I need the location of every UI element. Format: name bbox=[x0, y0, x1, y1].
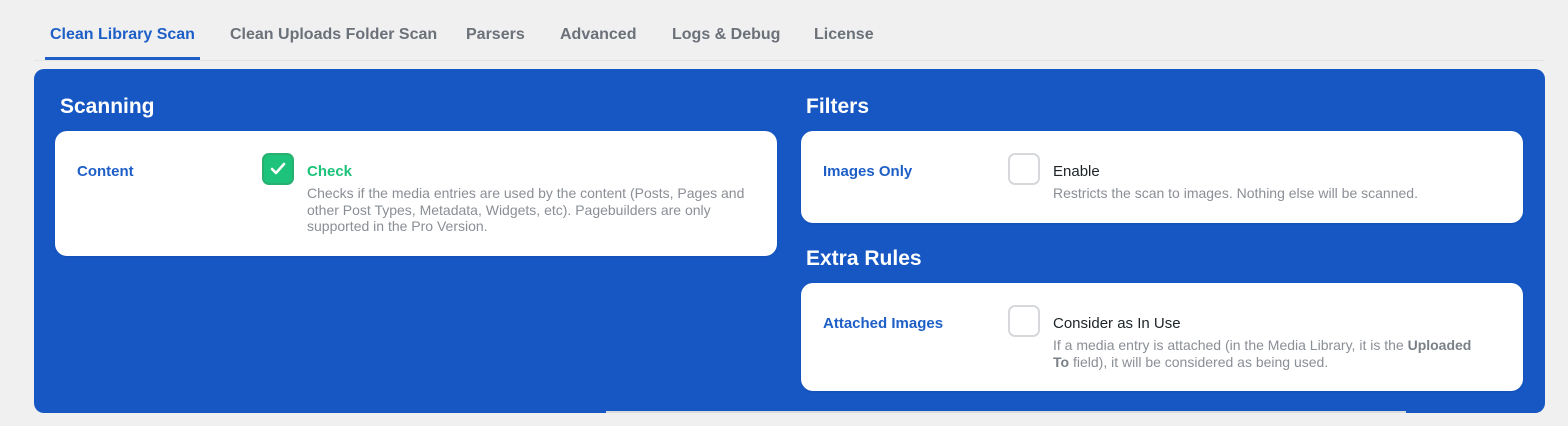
panel-bottom-divider bbox=[606, 411, 1406, 413]
filters-card: Images Only Enable Restricts the scan to… bbox=[801, 131, 1523, 223]
scanning-section-title: Scanning bbox=[60, 95, 155, 118]
content-option-label: Check bbox=[307, 163, 353, 180]
settings-panel: Scanning Content Check Checks if the med… bbox=[34, 69, 1545, 413]
images-only-option-label: Enable bbox=[1053, 163, 1100, 180]
images-only-description: Restricts the scan to images. Nothing el… bbox=[1053, 185, 1418, 201]
attached-images-option-label: Consider as In Use bbox=[1053, 315, 1181, 332]
checkmark-icon bbox=[270, 162, 286, 175]
content-row-label: Content bbox=[77, 163, 134, 180]
tab-advanced[interactable]: Advanced bbox=[560, 26, 636, 60]
images-only-checkbox[interactable] bbox=[1008, 153, 1040, 185]
tab-logs-debug[interactable]: Logs & Debug bbox=[672, 26, 780, 60]
content-option-description: Checks if the media entries are used by … bbox=[307, 185, 745, 234]
tab-parsers[interactable]: Parsers bbox=[466, 26, 525, 60]
extra-rules-section-title: Extra Rules bbox=[806, 247, 922, 270]
extra-rules-card: Attached Images Consider as In Use If a … bbox=[801, 283, 1523, 391]
tab-clean-library-scan[interactable]: Clean Library Scan bbox=[45, 26, 200, 60]
filters-section-title: Filters bbox=[806, 95, 870, 118]
images-only-row-label: Images Only bbox=[823, 163, 913, 180]
attached-images-row-label: Attached Images bbox=[823, 315, 944, 332]
tab-license[interactable]: License bbox=[814, 26, 874, 60]
attached-images-description-prefix: If a media entry is attached (in the Med… bbox=[1053, 337, 1408, 353]
tab-clean-uploads-folder-scan[interactable]: Clean Uploads Folder Scan bbox=[230, 26, 437, 60]
content-check-checkbox[interactable] bbox=[262, 153, 294, 185]
settings-tabs: Clean Library Scan Clean Uploads Folder … bbox=[34, 0, 1544, 61]
attached-images-description-suffix: field), it will be considered as being u… bbox=[1069, 353, 1329, 370]
attached-images-description: If a media entry is attached (in the Med… bbox=[1053, 337, 1473, 370]
scanning-card: Content Check Checks if the media entrie… bbox=[55, 131, 777, 256]
attached-images-checkbox[interactable] bbox=[1008, 305, 1040, 337]
